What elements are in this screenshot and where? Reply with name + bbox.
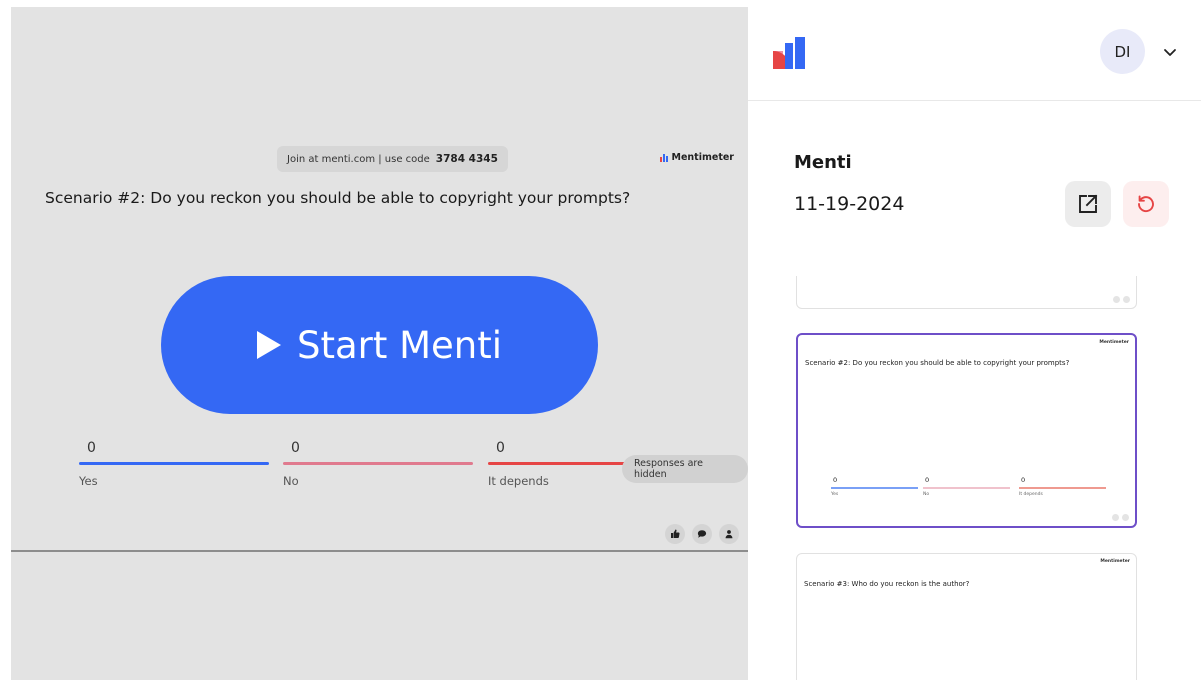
play-icon — [256, 331, 281, 359]
join-text: Join at menti.com | use code — [287, 153, 430, 165]
thumbnail-result-bar: 0 No — [923, 476, 1010, 497]
slide-thumbnail-active[interactable]: Mentimeter Scenario #2: Do you reckon yo… — [796, 333, 1137, 528]
slide-thumbnail-next[interactable]: Mentimeter Scenario #3: Who do you recko… — [796, 553, 1137, 680]
thumbnail-result-label: Yes — [831, 492, 839, 497]
thumbnail-result-value: 0 — [1021, 476, 1026, 484]
result-line — [283, 462, 473, 465]
thumbnail-result-bar: 0 Yes — [831, 476, 918, 497]
thumbnail-result-line — [831, 487, 918, 489]
thumbnail-brand: Mentimeter — [1099, 340, 1129, 345]
responses-hidden-badge: Responses are hidden — [622, 455, 748, 483]
panel-header: DI — [748, 0, 1201, 101]
slide-thumbnail-list[interactable]: Mentimeter Scenario #2: Do you reckon yo… — [748, 276, 1201, 680]
presentation-date: 11-19-2024 — [794, 193, 905, 215]
slide-thumbnail-previous[interactable] — [796, 276, 1137, 309]
mentimeter-brand: Mentimeter — [659, 152, 734, 163]
mentimeter-logo-icon[interactable] — [773, 37, 805, 69]
start-menti-button[interactable]: Start Menti — [161, 276, 598, 414]
stage-divider — [11, 550, 748, 552]
start-button-label: Start Menti — [296, 323, 503, 367]
result-value: 0 — [496, 440, 505, 456]
thumbnail-brand: Mentimeter — [1100, 559, 1130, 564]
result-line — [79, 462, 269, 465]
app-root: Join at menti.com | use code 3784 4345 M… — [0, 0, 1201, 680]
reactions-bar — [665, 524, 739, 544]
presentation-title: Menti — [794, 152, 852, 173]
presentation-stage: Join at menti.com | use code 3784 4345 M… — [11, 7, 748, 680]
result-label: No — [283, 474, 299, 488]
thumbnail-result-label: It depends — [1019, 492, 1043, 497]
person-icon[interactable] — [719, 524, 739, 544]
brand-name: Mentimeter — [671, 152, 734, 163]
result-bar-yes: 0 Yes — [79, 440, 269, 488]
result-bar-no: 0 No — [283, 440, 473, 488]
external-link-icon — [1079, 194, 1098, 213]
thumbnail-result-label: No — [923, 492, 930, 497]
thumbs-up-icon[interactable] — [665, 524, 685, 544]
result-value: 0 — [291, 440, 300, 456]
question-title: Scenario #2: Do you reckon you should be… — [45, 189, 631, 207]
thumbnail-result-line — [923, 487, 1010, 489]
thumbnail-result-bar: 0 It depends — [1019, 476, 1106, 497]
result-label: Yes — [79, 474, 98, 488]
thumbnail-reaction-icons — [1112, 514, 1129, 521]
thumbnail-result-value: 0 — [833, 476, 838, 484]
result-value: 0 — [87, 440, 96, 456]
reset-results-button[interactable] — [1123, 181, 1169, 227]
slide-preview: Join at menti.com | use code 3784 4345 M… — [11, 7, 748, 550]
reset-icon — [1138, 195, 1154, 213]
thumbnail-result-line — [1019, 487, 1106, 489]
thumbnail-question: Scenario #2: Do you reckon you should be… — [805, 359, 1070, 367]
chat-bubble-icon[interactable] — [692, 524, 712, 544]
mentimeter-logo-icon — [659, 153, 668, 162]
right-panel: DI Menti 11-19-2024 Mentimeter Scenario … — [748, 0, 1201, 680]
open-presentation-button[interactable] — [1065, 181, 1111, 227]
thumbnail-result-value: 0 — [925, 476, 930, 484]
thumbnail-reaction-icons — [1113, 296, 1130, 303]
thumbnail-question: Scenario #3: Who do you reckon is the au… — [804, 580, 970, 588]
join-instructions: Join at menti.com | use code 3784 4345 — [277, 146, 508, 172]
join-code: 3784 4345 — [435, 153, 498, 165]
chevron-down-icon[interactable] — [1162, 44, 1178, 60]
user-avatar[interactable]: DI — [1100, 29, 1145, 74]
